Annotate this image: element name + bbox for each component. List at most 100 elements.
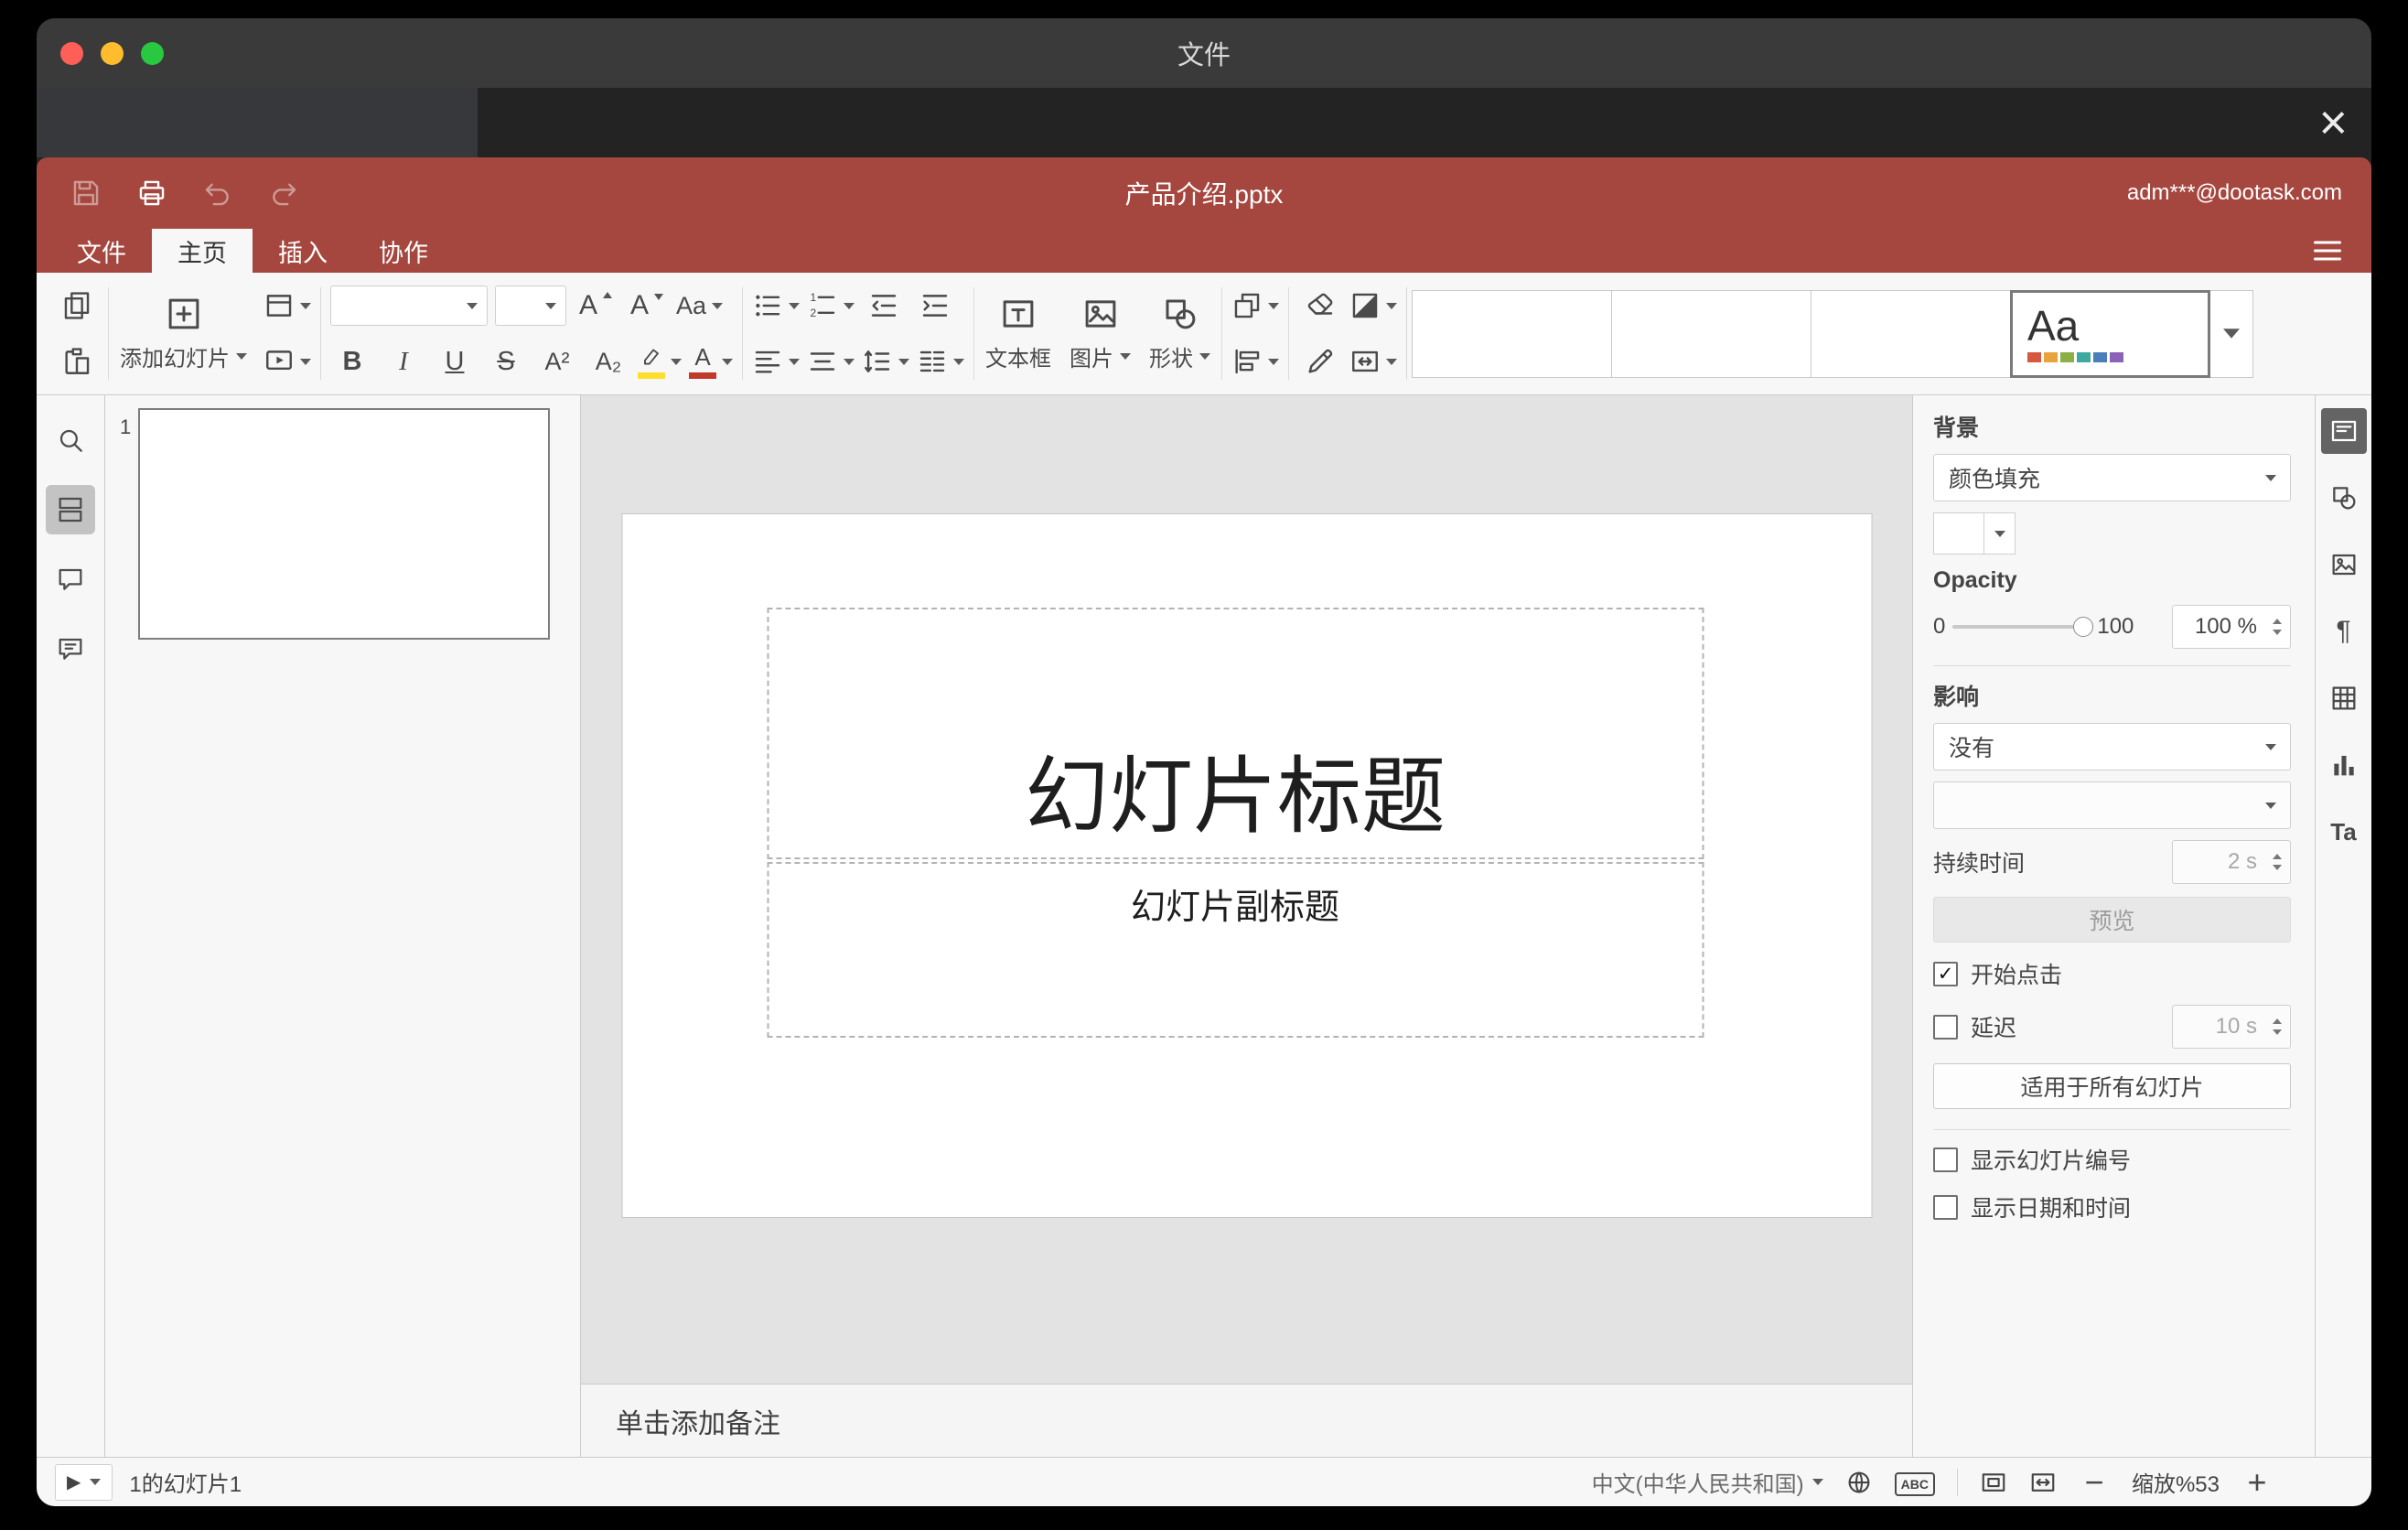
preview-button[interactable]: 预览 [1933, 897, 2291, 943]
save-button[interactable] [60, 167, 112, 219]
show-slide-number-checkbox[interactable] [1933, 1147, 1958, 1172]
strikethrough-button[interactable]: S [484, 339, 528, 384]
italic-button[interactable]: I [382, 339, 425, 384]
paste-button[interactable] [55, 339, 99, 384]
slides-panel-button[interactable] [46, 485, 95, 534]
tab-home[interactable]: 主页 [152, 229, 253, 273]
fit-to-width-button[interactable] [2029, 1469, 2057, 1496]
spinner-arrows[interactable] [2273, 1018, 2282, 1035]
duration-spinner[interactable]: 2 s [2172, 840, 2291, 884]
zoom-in-button[interactable]: + [2241, 1465, 2273, 1499]
highlight-color-button[interactable] [638, 339, 682, 384]
table-settings-button[interactable] [2321, 675, 2367, 721]
show-date-time-checkbox[interactable] [1933, 1194, 1958, 1220]
slide-layout-button[interactable] [263, 283, 311, 329]
superscript-button[interactable]: A² [535, 339, 579, 384]
effect-select[interactable]: 没有 [1933, 723, 2291, 770]
effect-variant-select[interactable] [1933, 781, 2291, 829]
paragraph-settings-button[interactable]: ¶ [2321, 609, 2367, 654]
add-slide-button[interactable]: 添加幻灯片 [111, 280, 256, 386]
document-language-button[interactable] [1845, 1469, 1873, 1496]
tab-file[interactable]: 文件 [51, 229, 152, 273]
notes-area[interactable]: 单击添加备注 [581, 1384, 1912, 1457]
spinner-arrows[interactable] [2273, 619, 2282, 635]
arrange-shape-button[interactable] [1231, 283, 1279, 329]
copy-style-button[interactable] [1298, 339, 1342, 384]
color-scheme-button[interactable] [1349, 283, 1397, 329]
opacity-slider[interactable] [1952, 617, 2094, 637]
line-spacing-button[interactable] [862, 339, 909, 384]
language-selector[interactable]: 中文(中华人民共和国) [1592, 1466, 1823, 1498]
slide[interactable]: 幻灯片标题 幻灯片副标题 [622, 514, 1871, 1217]
tab-collaboration[interactable]: 协作 [353, 229, 454, 273]
font-size-combo[interactable] [495, 286, 566, 326]
theme-tile[interactable] [1412, 289, 1612, 378]
bold-button[interactable]: B [330, 339, 374, 384]
change-case-button[interactable]: Aa [676, 283, 724, 329]
zoom-out-button[interactable]: − [2079, 1465, 2110, 1499]
underline-button[interactable]: U [433, 339, 477, 384]
decrease-indent-button[interactable] [862, 283, 906, 329]
subscript-button[interactable]: A₂ [586, 339, 630, 384]
opacity-spinner[interactable]: 100 % [2172, 605, 2291, 649]
insert-textbox-button[interactable]: 文本框 [976, 280, 1060, 386]
redo-button[interactable] [258, 167, 309, 219]
fill-color-picker[interactable] [1933, 512, 2016, 555]
slide-title-placeholder[interactable]: 幻灯片标题 [767, 608, 1704, 859]
fill-type-select[interactable]: 颜色填充 [1933, 454, 2291, 501]
increase-indent-button[interactable] [913, 283, 957, 329]
maximize-traffic-button[interactable] [141, 41, 164, 65]
search-panel-button[interactable] [46, 415, 95, 465]
close-icon[interactable]: × [2318, 98, 2348, 147]
opacity-slider-thumb[interactable] [2073, 617, 2094, 637]
bullets-button[interactable] [752, 283, 800, 329]
slide-thumbnail[interactable] [138, 408, 550, 640]
fit-to-slide-button[interactable] [1980, 1469, 2007, 1496]
slide-subtitle-placeholder[interactable]: 幻灯片副标题 [767, 862, 1704, 1038]
print-button[interactable] [126, 167, 177, 219]
apply-to-all-slides-button[interactable]: 适用于所有幻灯片 [1933, 1063, 2291, 1109]
delay-checkbox[interactable] [1933, 1014, 1958, 1040]
minimize-traffic-button[interactable] [101, 41, 124, 65]
tab-insert[interactable]: 插入 [253, 229, 353, 273]
delay-spinner[interactable]: 10 s [2172, 1005, 2291, 1049]
slide-size-button[interactable] [1349, 339, 1397, 384]
svg-text:2: 2 [811, 307, 817, 319]
textart-settings-button[interactable]: Ta [2321, 809, 2367, 855]
horizontal-align-button[interactable] [752, 339, 800, 384]
undo-icon [205, 183, 229, 206]
image-settings-button[interactable] [2321, 542, 2367, 587]
chat-panel-button[interactable] [46, 624, 95, 673]
insert-image-button[interactable]: 图片 [1060, 280, 1140, 386]
copy-button[interactable] [55, 283, 99, 329]
vertical-align-button[interactable] [807, 339, 855, 384]
align-shape-button[interactable] [1231, 339, 1279, 384]
chart-settings-button[interactable] [2321, 742, 2367, 788]
clear-style-button[interactable] [1298, 283, 1342, 329]
start-on-click-checkbox[interactable]: ✓ [1933, 961, 1958, 986]
undo-button[interactable] [192, 167, 243, 219]
close-traffic-button[interactable] [60, 41, 83, 65]
theme-tile[interactable] [1811, 289, 2011, 378]
font-color-button[interactable]: A [689, 339, 733, 384]
theme-tile-selected[interactable]: Aa [2010, 289, 2210, 378]
slide-settings-button[interactable] [2320, 408, 2367, 454]
increase-font-button[interactable]: A [574, 283, 618, 329]
numbering-button[interactable]: 12 [807, 283, 855, 329]
comments-panel-button[interactable] [46, 555, 95, 604]
theme-gallery-more-button[interactable] [2209, 289, 2253, 378]
font-name-combo[interactable] [330, 286, 488, 326]
insert-shape-button[interactable]: 形状 [1140, 280, 1220, 386]
image-label: 图片 [1070, 346, 1113, 372]
spellcheck-button[interactable]: ABC [1894, 1470, 1935, 1496]
start-slideshow-button[interactable] [263, 339, 311, 384]
columns-button[interactable] [917, 339, 964, 384]
spinner-arrows[interactable] [2273, 854, 2282, 870]
shape-settings-button[interactable] [2321, 475, 2367, 521]
start-slideshow-statusbar-button[interactable]: ▶ [55, 1463, 113, 1501]
slide-canvas[interactable]: 幻灯片标题 幻灯片副标题 [581, 395, 1912, 1384]
theme-tile[interactable] [1611, 289, 1811, 378]
decrease-font-button[interactable]: A [625, 283, 669, 329]
fill-color-dropdown[interactable] [1984, 512, 2016, 555]
menu-button[interactable] [2311, 234, 2344, 267]
